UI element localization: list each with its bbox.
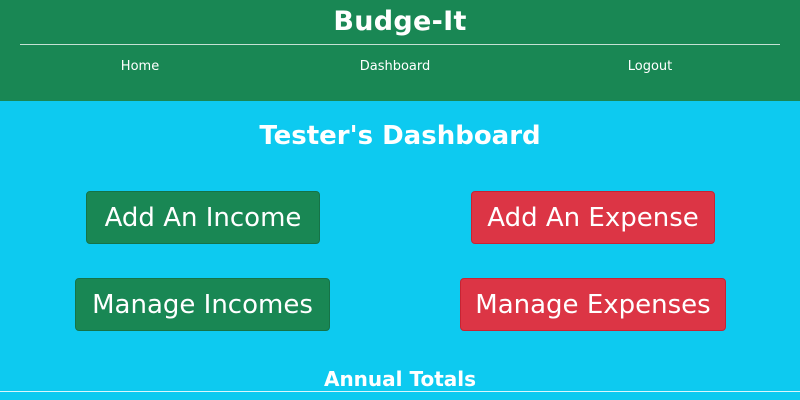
dashboard-main: Tester's Dashboard Add An Income Add An … [0,101,800,400]
header-divider [20,44,780,45]
nav-logout-link[interactable]: Logout [600,58,700,76]
nav-home-link[interactable]: Home [90,58,190,76]
nav-dashboard-link[interactable]: Dashboard [335,58,455,76]
page-title: Tester's Dashboard [259,121,541,151]
annual-totals-heading: Annual Totals [323,367,477,391]
manage-expenses-button[interactable]: Manage Expenses [460,278,726,331]
brand-title[interactable]: Budge-It [0,4,800,40]
add-expense-button[interactable]: Add An Expense [471,191,715,244]
add-income-button[interactable]: Add An Income [86,191,320,244]
site-header: Budge-It Home Dashboard Logout [0,0,800,101]
manage-incomes-button[interactable]: Manage Incomes [75,278,330,331]
annual-totals-divider [0,391,800,392]
